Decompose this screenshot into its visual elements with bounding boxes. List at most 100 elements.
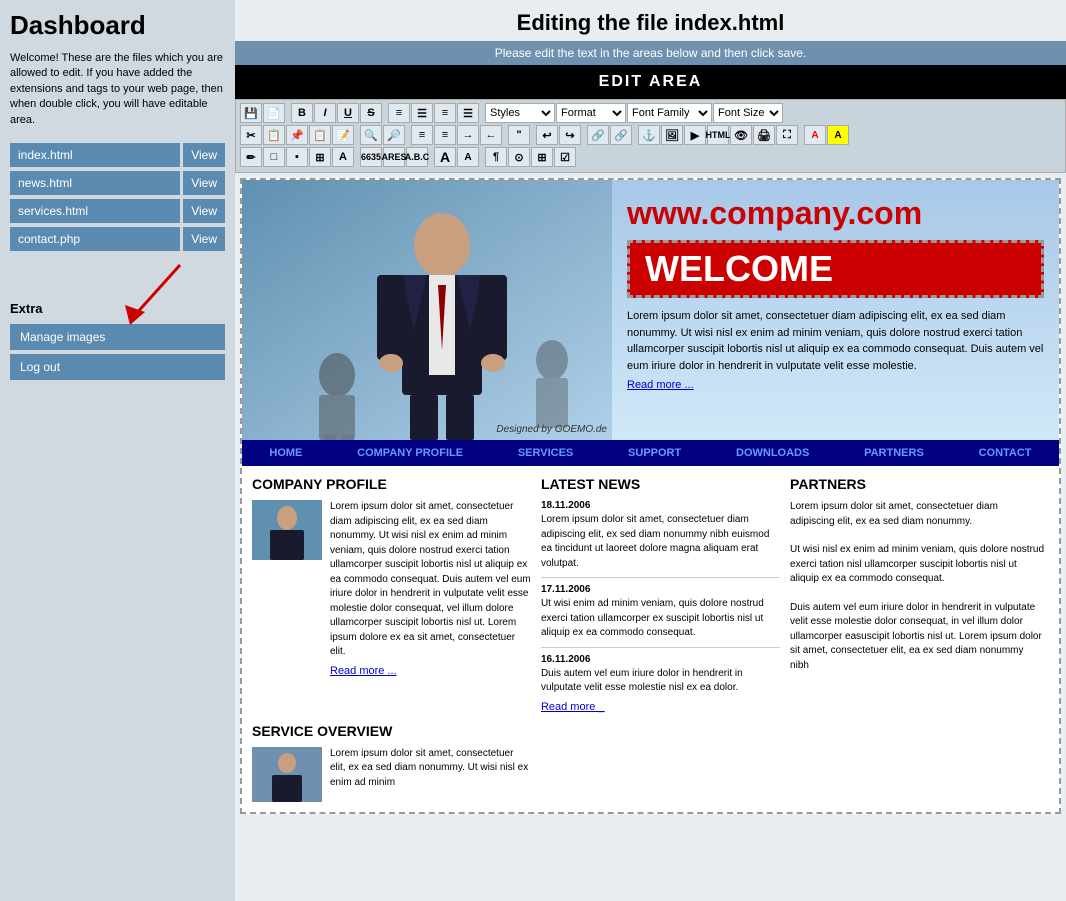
tb-align-left-btn[interactable]: ≡: [388, 103, 410, 123]
format-select[interactable]: Format: [556, 103, 626, 123]
subtitle-bar: Please edit the text in the areas below …: [235, 41, 1066, 65]
tb-print-btn[interactable]: 🖨: [753, 125, 775, 145]
nav-company-profile[interactable]: COMPANY PROFILE: [352, 445, 468, 461]
nav-support[interactable]: SUPPORT: [623, 445, 686, 461]
tb-num3-btn[interactable]: A.B.C: [406, 147, 428, 167]
latest-news-col: LATEST NEWS 18.11.2006 Lorem ipsum dolor…: [541, 476, 780, 713]
news-text-3[interactable]: Duis autem vel eum iriure dolor in hendr…: [541, 667, 780, 696]
nav-partners[interactable]: PARTNERS: [859, 445, 929, 461]
tb-link-btn[interactable]: 🔗: [587, 125, 609, 145]
tb-fontsm-btn[interactable]: A: [457, 147, 479, 167]
tb-image-btn[interactable]: 🖼: [661, 125, 683, 145]
tb-media-btn[interactable]: ▶: [684, 125, 706, 145]
partners-text-1[interactable]: Lorem ipsum dolor sit amet, consectetuer…: [790, 500, 1045, 529]
view-index-btn[interactable]: View: [183, 143, 225, 167]
designed-by: Designed by GOEMO.de: [496, 424, 607, 435]
file-services-html[interactable]: services.html: [10, 199, 180, 223]
page-title-bar: Editing the file index.html: [235, 0, 1066, 41]
tb-strikethrough-btn[interactable]: S: [360, 103, 382, 123]
news-read-more[interactable]: Read more _: [541, 701, 780, 713]
tb-search-btn[interactable]: 🔍: [360, 125, 382, 145]
partners-text-3[interactable]: Duis autem vel eum iriure dolor in hendr…: [790, 601, 1045, 674]
tb-paste3-btn[interactable]: 📝: [332, 125, 354, 145]
nav-services[interactable]: SERVICES: [513, 445, 578, 461]
intro-text[interactable]: Lorem ipsum dolor sit amet, consectetuer…: [627, 308, 1044, 374]
tb-fullscreen-btn[interactable]: ⛶: [776, 125, 798, 145]
file-index-html[interactable]: index.html: [10, 143, 180, 167]
news-text-2[interactable]: Ut wisi enim ad minim veniam, quis dolor…: [541, 597, 780, 641]
tb-paste-btn[interactable]: 📌: [286, 125, 308, 145]
tb-unlink-btn[interactable]: 🔗: [610, 125, 632, 145]
service-overview-col: SERVICE OVERVIEW Lorem ipsum dolor sit a…: [252, 723, 531, 802]
tb-bold-btn[interactable]: B: [291, 103, 313, 123]
tb-fontbig-btn[interactable]: A: [434, 147, 456, 167]
font-size-select[interactable]: Font Size: [713, 103, 783, 123]
view-news-btn[interactable]: View: [183, 171, 225, 195]
tb-file-icon[interactable]: 📄: [263, 103, 285, 123]
site-header-right: www.company.com WELCOME Lorem ipsum dolo…: [612, 180, 1059, 440]
news-text-1[interactable]: Lorem ipsum dolor sit amet, consectetuer…: [541, 513, 780, 571]
tb-num1-btn[interactable]: 6635: [360, 147, 382, 167]
service-overview-inner: Lorem ipsum dolor sit amet, consectetuer…: [252, 747, 531, 802]
tb-font-btn[interactable]: A: [332, 147, 354, 167]
tb-save-icon[interactable]: 💾: [240, 103, 262, 123]
font-family-select[interactable]: Font Family: [627, 103, 712, 123]
nav-contact[interactable]: CONTACT: [974, 445, 1037, 461]
tb-html-btn[interactable]: HTML: [707, 125, 729, 145]
toolbar-row-1: 💾 📄 B I U S ≡ ☰ ≡ ☰ Styles Format Font F…: [240, 103, 1061, 123]
tb-align-center-btn[interactable]: ☰: [411, 103, 433, 123]
toolbar-row-3: ✏ □ ▪ ⊞ A 6635 ARES A.B.C A A ¶ ⊙ ⊞ ☑: [240, 147, 1061, 167]
tb-search2-btn[interactable]: 🔎: [383, 125, 405, 145]
service-overview-text[interactable]: Lorem ipsum dolor sit amet, consectetuer…: [330, 747, 531, 802]
tb-list2-btn[interactable]: ≡: [434, 125, 456, 145]
news-date-3: 16.11.2006: [541, 654, 780, 665]
file-row-index: index.html View: [10, 143, 225, 167]
tb-underline-btn[interactable]: U: [337, 103, 359, 123]
welcome-banner[interactable]: WELCOME: [627, 240, 1044, 298]
tb-cut-btn[interactable]: ✂: [240, 125, 262, 145]
tb-edit-btn[interactable]: ✏: [240, 147, 262, 167]
company-read-more[interactable]: Read more ...: [330, 665, 531, 677]
tb-copy-btn[interactable]: 📋: [263, 125, 285, 145]
tb-list-btn[interactable]: ≡: [411, 125, 433, 145]
file-contact-php[interactable]: contact.php: [10, 227, 180, 251]
tb-redo-btn[interactable]: ↪: [559, 125, 581, 145]
tb-special-btn[interactable]: ⊙: [508, 147, 530, 167]
tb-num2-btn[interactable]: ARES: [383, 147, 405, 167]
tb-fontcolor-btn[interactable]: A: [804, 125, 826, 145]
tb-anchor-btn[interactable]: ⚓: [638, 125, 660, 145]
edit-area-label: EDIT AREA: [599, 73, 703, 90]
tb-undo-btn[interactable]: ↩: [536, 125, 558, 145]
tb-indent-btn[interactable]: →: [457, 125, 479, 145]
file-row-services: services.html View: [10, 199, 225, 223]
view-contact-btn[interactable]: View: [183, 227, 225, 251]
tb-align-justify-btn[interactable]: ☰: [457, 103, 479, 123]
read-more-link-1[interactable]: Read more ...: [627, 379, 1044, 391]
tb-para-btn[interactable]: ¶: [485, 147, 507, 167]
file-row-contact: contact.php View: [10, 227, 225, 251]
tb-table-btn[interactable]: ⊞: [531, 147, 553, 167]
tb-resize-btn[interactable]: ⊞: [309, 147, 331, 167]
tb-box-btn[interactable]: □: [263, 147, 285, 167]
tb-preview-btn[interactable]: 👁: [730, 125, 752, 145]
company-profile-text[interactable]: Lorem ipsum dolor sit amet, consectetuer…: [330, 500, 531, 660]
partners-text-2[interactable]: Ut wisi nisl ex enim ad minim veniam, qu…: [790, 543, 1045, 587]
styles-select[interactable]: Styles: [485, 103, 555, 123]
tb-outdent-btn[interactable]: ←: [480, 125, 502, 145]
file-news-html[interactable]: news.html: [10, 171, 180, 195]
tb-paste2-btn[interactable]: 📋: [309, 125, 331, 145]
website-preview[interactable]: Designed by GOEMO.de www.company.com WEL…: [240, 178, 1061, 814]
tb-form-btn[interactable]: ☑: [554, 147, 576, 167]
view-services-btn[interactable]: View: [183, 199, 225, 223]
tb-italic-btn[interactable]: I: [314, 103, 336, 123]
tb-align-right-btn[interactable]: ≡: [434, 103, 456, 123]
company-profile-title: COMPANY PROFILE: [252, 476, 531, 492]
tb-bgcolor-btn[interactable]: A: [827, 125, 849, 145]
tb-blockquote-btn[interactable]: ": [508, 125, 530, 145]
tb-box2-btn[interactable]: ▪: [286, 147, 308, 167]
site-header-image: Designed by GOEMO.de: [242, 180, 612, 440]
logout-btn[interactable]: Log out: [10, 354, 225, 380]
site-header: Designed by GOEMO.de www.company.com WEL…: [242, 180, 1059, 440]
nav-home[interactable]: HOME: [264, 445, 307, 461]
nav-downloads[interactable]: DOWNLOADS: [731, 445, 814, 461]
